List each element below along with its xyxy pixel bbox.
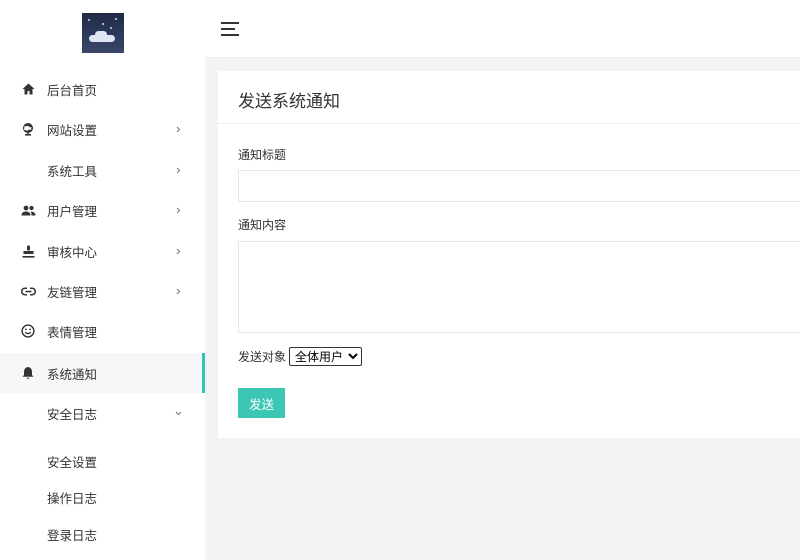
- sidebar: 后台首页 网站设置 系统工具 用户管理 审核中心 友链管理 表情管理 系统通知 …: [0, 0, 205, 560]
- logo-area: [0, 0, 205, 66]
- sidebar-item-home[interactable]: 后台首页: [0, 69, 205, 109]
- site-logo[interactable]: [81, 13, 124, 53]
- notice-content-textarea[interactable]: [238, 241, 800, 333]
- sidebar-item-label: 安全日志: [47, 406, 98, 422]
- chevron-right-icon: [174, 125, 182, 133]
- link-icon: [20, 283, 36, 299]
- sidebar-item-label: 友链管理: [47, 284, 98, 300]
- sidebar-item-friend-links[interactable]: 友链管理: [0, 271, 205, 311]
- sidebar-item-emoji-management[interactable]: 表情管理: [0, 311, 205, 351]
- submenu-item-security-settings[interactable]: 安全设置: [47, 452, 97, 471]
- sidebar-item-label: 表情管理: [47, 324, 98, 340]
- notice-form-card: 发送系统通知 通知标题 通知内容 发送对象 全体用户 发送: [218, 71, 800, 438]
- chevron-right-icon: [174, 247, 182, 255]
- top-bar: [205, 0, 800, 58]
- notice-content-label: 通知内容: [238, 218, 287, 232]
- bell-icon: [20, 365, 36, 381]
- smiley-icon: [20, 323, 36, 339]
- sidebar-item-label: 网站设置: [47, 122, 98, 138]
- sidebar-item-label: 系统通知: [47, 366, 98, 382]
- security-log-submenu: 安全设置 操作日志 登录日志: [0, 440, 205, 560]
- sidebar-item-user-management[interactable]: 用户管理: [0, 190, 205, 230]
- globe-icon: [20, 121, 36, 137]
- send-button[interactable]: 发送: [238, 388, 285, 418]
- stamp-icon: [20, 243, 36, 259]
- chevron-right-icon: [174, 166, 182, 174]
- active-indicator: [202, 353, 205, 393]
- sidebar-item-security-log[interactable]: 安全日志: [0, 393, 205, 433]
- users-icon: [20, 202, 36, 218]
- sidebar-item-system-notice[interactable]: 系统通知: [0, 353, 205, 393]
- home-icon: [20, 81, 36, 97]
- sidebar-item-system-tools[interactable]: 系统工具: [0, 150, 205, 190]
- card-divider: [218, 123, 800, 124]
- sidebar-item-label: 审核中心: [47, 244, 98, 260]
- send-target-select[interactable]: 全体用户: [289, 347, 363, 366]
- notice-title-input[interactable]: [238, 170, 800, 202]
- target-row: 发送对象 全体用户: [238, 347, 363, 366]
- sidebar-item-review-center[interactable]: 审核中心: [0, 231, 205, 271]
- notice-title-label: 通知标题: [238, 148, 287, 162]
- submenu-item-login-log[interactable]: 登录日志: [47, 525, 97, 544]
- sidebar-item-label: 系统工具: [47, 163, 98, 179]
- sidebar-item-label: 后台首页: [47, 82, 98, 98]
- chevron-right-icon: [174, 287, 182, 295]
- chevron-down-icon: [174, 409, 182, 417]
- send-target-label: 发送对象: [238, 350, 287, 364]
- sidebar-item-site-settings[interactable]: 网站设置: [0, 109, 205, 149]
- sidebar-item-label: 用户管理: [47, 203, 98, 219]
- submenu-item-operation-log[interactable]: 操作日志: [47, 488, 97, 507]
- page-title: 发送系统通知: [238, 92, 340, 112]
- chevron-right-icon: [174, 206, 182, 214]
- menu-toggle-icon[interactable]: [221, 22, 239, 36]
